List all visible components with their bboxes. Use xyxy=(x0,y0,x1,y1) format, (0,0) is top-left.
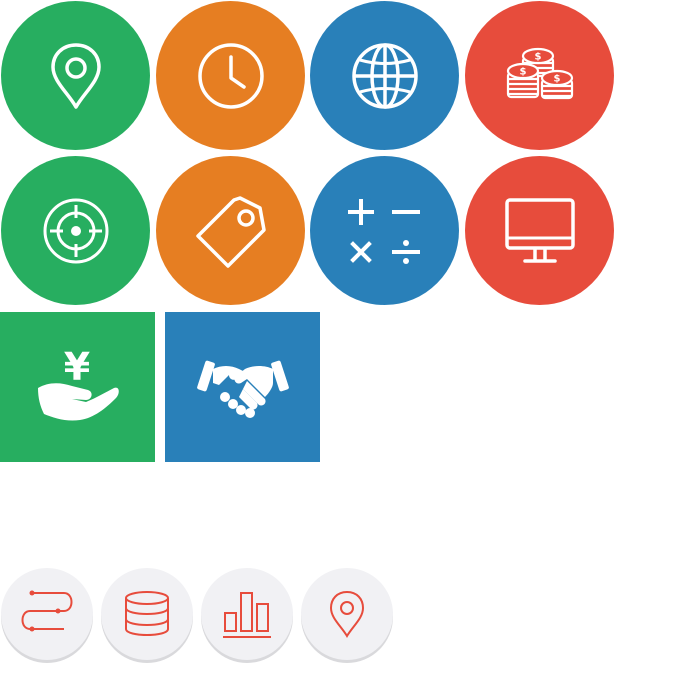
monitor-tile[interactable] xyxy=(465,156,614,305)
price-tag-icon xyxy=(195,195,266,268)
coins-icon: $ $ $ xyxy=(506,47,573,99)
coins-tile[interactable]: $ $ $ xyxy=(465,1,614,150)
clock-tile[interactable] xyxy=(156,1,305,150)
route-icon xyxy=(21,590,73,632)
yen-hand-tile[interactable]: ¥ xyxy=(0,312,155,462)
yen-symbol: ¥ xyxy=(63,345,89,389)
calculator-tile[interactable] xyxy=(310,156,459,305)
bar-chart-tile[interactable] xyxy=(201,568,293,660)
price-tag-tile[interactable] xyxy=(156,156,305,305)
calculator-operators-icon xyxy=(347,198,420,264)
globe-tile[interactable] xyxy=(310,1,459,150)
handshake-tile[interactable] xyxy=(165,312,320,462)
target-tile[interactable] xyxy=(1,156,150,305)
yen-hand-icon: ¥ xyxy=(37,345,119,421)
route-tile[interactable] xyxy=(1,568,93,660)
handshake-icon xyxy=(196,360,289,418)
location-pin-icon xyxy=(50,42,101,109)
location-pin-outline-icon xyxy=(329,590,365,638)
location-pin-outline-tile[interactable] xyxy=(301,568,393,660)
database-icon xyxy=(125,591,169,636)
bar-chart-icon xyxy=(223,592,271,638)
globe-icon xyxy=(351,42,418,109)
target-icon xyxy=(43,198,108,263)
coin-sign-left: $ xyxy=(519,66,526,77)
clock-icon xyxy=(197,42,264,109)
location-pin-tile[interactable] xyxy=(1,1,150,150)
database-tile[interactable] xyxy=(101,568,193,660)
monitor-icon xyxy=(504,197,575,263)
coin-sign-top: $ xyxy=(534,51,541,62)
coin-sign-right: $ xyxy=(553,73,560,84)
